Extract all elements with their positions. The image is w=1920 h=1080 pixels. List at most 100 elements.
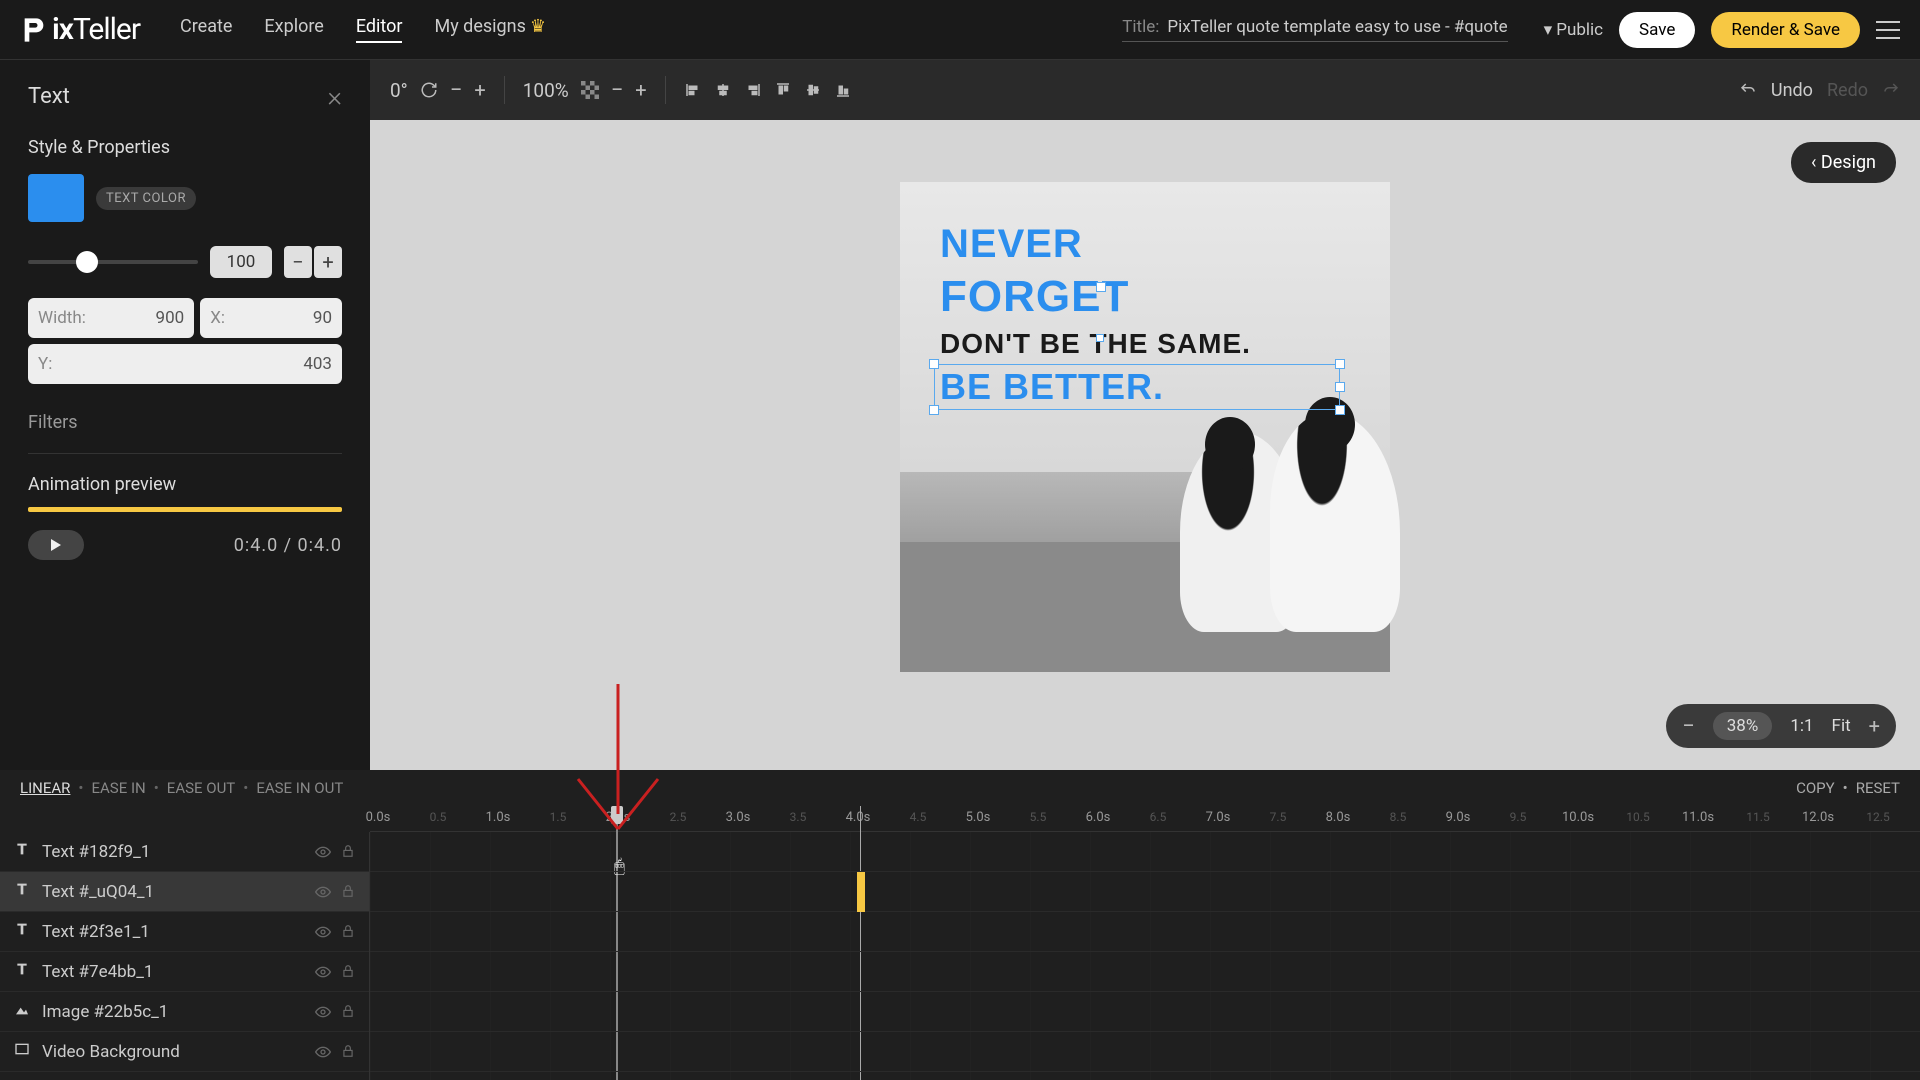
quote-line-1[interactable]: NEVER [940, 222, 1083, 267]
quote-line-3[interactable]: DON'T BE THE SAME. [940, 328, 1251, 360]
slider-thumb[interactable] [76, 251, 98, 273]
title-field[interactable]: Title: PixTeller quote template easy to … [1122, 17, 1507, 42]
opacity-tb-decrement[interactable]: − [611, 78, 624, 103]
y-input[interactable]: Y:403 [28, 344, 342, 384]
visibility-dropdown[interactable]: ▾ Public [1544, 20, 1603, 40]
nav-mydesigns[interactable]: My designs♛ [434, 16, 546, 43]
undo-icon[interactable] [1739, 81, 1757, 99]
easing-linear[interactable]: LINEAR [20, 779, 70, 797]
design-mode-button[interactable]: ‹ Design [1791, 142, 1896, 183]
align-bottom-icon[interactable] [834, 81, 852, 99]
x-input[interactable]: X:90 [200, 298, 342, 338]
selection-handle[interactable] [1335, 405, 1345, 415]
nav-explore[interactable]: Explore [264, 16, 323, 43]
timeline-tracks[interactable]: 🖱 [370, 832, 1920, 1080]
track-row[interactable] [370, 952, 1920, 992]
align-center-v-icon[interactable] [804, 81, 822, 99]
track-row[interactable] [370, 912, 1920, 952]
nav-create[interactable]: Create [180, 16, 232, 43]
text-color-swatch[interactable] [28, 174, 84, 222]
visibility-icon[interactable] [315, 1044, 331, 1060]
canvas-area[interactable]: ‹ Design NEVER FORGET DON'T BE THE SAME.… [370, 120, 1920, 770]
selection-handle[interactable] [1335, 359, 1345, 369]
lock-icon[interactable] [341, 844, 355, 858]
playhead-handle[interactable] [611, 806, 623, 824]
track-row[interactable] [370, 1032, 1920, 1072]
lock-icon[interactable] [341, 1044, 355, 1058]
rotation-decrement[interactable]: − [450, 78, 463, 103]
opacity-decrement[interactable]: − [284, 246, 312, 278]
lock-icon[interactable] [341, 964, 355, 978]
track-row[interactable] [370, 992, 1920, 1032]
selection-handle[interactable] [1335, 382, 1345, 392]
layer-row[interactable]: Video Background [0, 1032, 369, 1072]
zoom-out-button[interactable]: − [1682, 714, 1695, 739]
zoom-controls: − 38% 1:1 Fit + [1666, 704, 1896, 748]
lock-icon[interactable] [341, 1004, 355, 1018]
timeline-layers: Text #182f9_1Text #_uQ04_1Text #2f3e1_1T… [0, 832, 370, 1080]
selection-handle[interactable] [929, 405, 939, 415]
easing-ease-in[interactable]: EASE IN [91, 779, 145, 797]
rotation-value[interactable]: 0° [390, 79, 408, 102]
lock-icon[interactable] [341, 884, 355, 898]
timeline-copy[interactable]: COPY [1796, 779, 1835, 797]
save-button[interactable]: Save [1619, 12, 1695, 48]
visibility-icon[interactable] [315, 1004, 331, 1020]
zoom-fit-button[interactable]: Fit [1832, 716, 1851, 736]
chevron-down-icon: ▾ [1544, 20, 1553, 40]
opacity-tb-increment[interactable]: + [635, 78, 646, 102]
align-top-icon[interactable] [774, 81, 792, 99]
selection-handle[interactable] [1096, 282, 1106, 292]
ruler-mark: 3.0s [726, 810, 751, 825]
easing-ease-out[interactable]: EASE OUT [167, 779, 235, 797]
nav-editor[interactable]: Editor [356, 16, 403, 43]
layer-row[interactable]: Image #22b5c_1 [0, 992, 369, 1032]
opacity-input[interactable]: 100 [210, 246, 272, 278]
visibility-icon[interactable] [315, 924, 331, 940]
selection-handle[interactable] [929, 359, 939, 369]
hamburger-menu-icon[interactable] [1876, 21, 1900, 39]
selection-handle[interactable] [1096, 334, 1104, 342]
timeline-reset[interactable]: RESET [1856, 779, 1900, 797]
ruler-mark: 9.5 [1510, 810, 1527, 824]
align-left-icon[interactable] [684, 81, 702, 99]
lock-icon[interactable] [341, 924, 355, 938]
track-row[interactable] [370, 872, 1920, 912]
zoom-percent[interactable]: 38% [1713, 712, 1773, 740]
title-text: PixTeller quote template easy to use - #… [1167, 17, 1507, 37]
opacity-toolbar-value[interactable]: 100% [523, 79, 569, 102]
align-right-icon[interactable] [744, 81, 762, 99]
undo-button[interactable]: Undo [1771, 80, 1813, 101]
width-input[interactable]: Width:900 [28, 298, 194, 338]
layer-row[interactable]: Text #2f3e1_1 [0, 912, 369, 952]
zoom-ratio-button[interactable]: 1:1 [1790, 716, 1813, 736]
track-row[interactable] [370, 832, 1920, 872]
rotate-icon[interactable] [420, 81, 438, 99]
opacity-increment[interactable]: + [314, 246, 342, 278]
layer-type-icon [14, 961, 32, 982]
layer-row[interactable]: Text #7e4bb_1 [0, 952, 369, 992]
selection-box[interactable] [934, 364, 1340, 410]
rotation-increment[interactable]: + [474, 78, 485, 102]
opacity-slider[interactable] [28, 260, 198, 264]
render-save-button[interactable]: Render & Save [1711, 12, 1860, 48]
visibility-icon[interactable] [315, 844, 331, 860]
play-button[interactable] [28, 530, 84, 560]
animation-progress[interactable] [28, 507, 342, 512]
design-artboard[interactable]: NEVER FORGET DON'T BE THE SAME. BE BETTE… [900, 182, 1390, 672]
quote-line-2[interactable]: FORGET [940, 272, 1129, 322]
transparency-icon[interactable] [581, 81, 599, 99]
timeline-ruler[interactable]: 0.0s0.51.0s1.52.0s2.53.0s3.54.0s4.55.0s5… [370, 806, 1920, 832]
filters-section[interactable]: Filters [28, 412, 342, 433]
easing-ease-in-out[interactable]: EASE IN OUT [256, 779, 343, 797]
align-center-h-icon[interactable] [714, 81, 732, 99]
layer-row[interactable]: Text #_uQ04_1 [0, 872, 369, 912]
layer-row[interactable]: Text #182f9_1 [0, 832, 369, 872]
zoom-in-button[interactable]: + [1869, 714, 1880, 738]
logo[interactable]: ixTeller [20, 12, 140, 47]
text-color-label: TEXT COLOR [96, 187, 196, 210]
visibility-icon[interactable] [315, 884, 331, 900]
visibility-icon[interactable] [315, 964, 331, 980]
close-panel-icon[interactable]: × [327, 80, 342, 113]
keyframe[interactable] [857, 872, 865, 912]
